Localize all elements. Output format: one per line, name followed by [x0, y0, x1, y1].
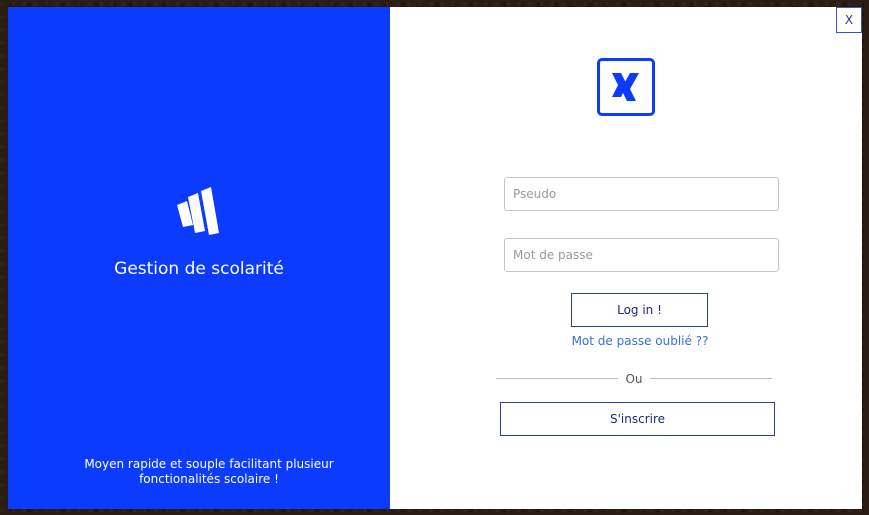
forgot-password-link[interactable]: Mot de passe oublié ??	[540, 334, 740, 348]
x-logo-icon	[597, 58, 655, 116]
brand-logo-icon	[177, 187, 219, 235]
divider-line-left	[496, 378, 618, 379]
close-button[interactable]: X	[836, 7, 862, 33]
login-window: Gestion de scolarité Moyen rapide et sou…	[8, 7, 862, 509]
signup-button[interactable]: S'inscrire	[500, 402, 775, 436]
login-button[interactable]: Log in !	[571, 293, 708, 327]
password-input[interactable]	[504, 238, 779, 272]
brand-panel: Gestion de scolarité Moyen rapide et sou…	[8, 7, 390, 509]
login-panel: X Log in ! Mot de passe oublié ?? Ou S'i…	[390, 7, 862, 509]
divider-line-right	[650, 378, 772, 379]
app-title: Gestion de scolarité	[114, 259, 284, 279]
tagline-line-1: Moyen rapide et souple facilitant plusie…	[84, 457, 334, 471]
divider-label: Ou	[625, 372, 643, 386]
x-logo-glyph	[612, 73, 639, 101]
tagline-line-2: fonctionalités scolaire !	[139, 472, 279, 486]
tagline: Moyen rapide et souple facilitant plusie…	[68, 457, 350, 487]
pseudo-input[interactable]	[504, 177, 779, 211]
